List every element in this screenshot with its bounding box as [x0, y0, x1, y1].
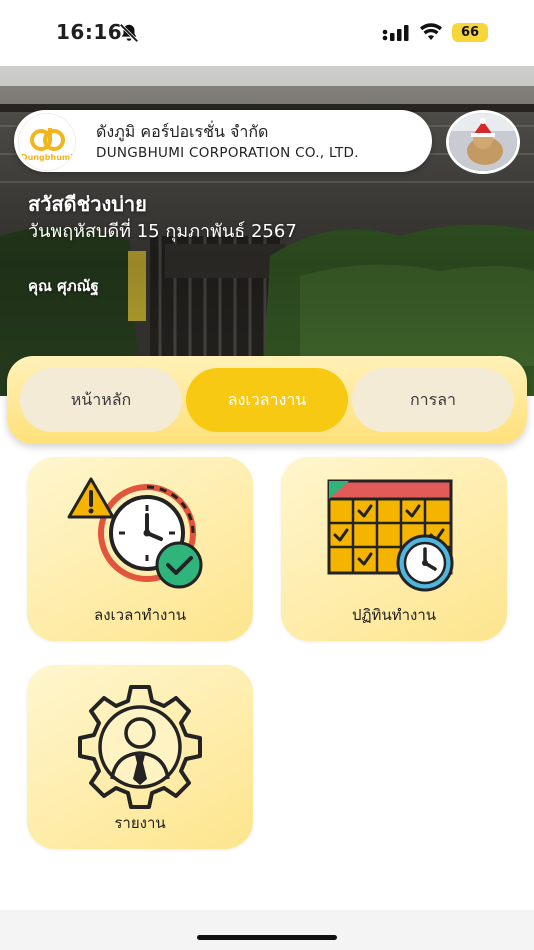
- company-name-thai: ดังภูมิ คอร์ปอเรชั่น จำกัด: [96, 122, 269, 141]
- company-logo: Dungbhumi: [18, 113, 76, 171]
- tab-leave[interactable]: การลา: [352, 368, 514, 432]
- bell-slash-icon: [119, 23, 139, 43]
- home-indicator[interactable]: [197, 935, 337, 940]
- bottom-safe-area: [0, 910, 534, 950]
- dog-photo: [449, 113, 517, 171]
- user-avatar[interactable]: [446, 110, 520, 174]
- wifi-icon: [420, 23, 442, 40]
- battery-icon: 66: [452, 23, 488, 42]
- tab-check-in[interactable]: ลงเวลางาน: [186, 368, 348, 432]
- company-header-card: Dungbhumi ดังภูมิ คอร์ปอเรชั่น จำกัด DUN…: [14, 110, 432, 172]
- menu-card-check-in[interactable]: ลงเวลาทำงาน: [27, 457, 253, 641]
- logo-text: Dungbhumi: [21, 153, 73, 162]
- segmented-tab-bar: หน้าหลัก ลงเวลางาน การลา: [7, 356, 527, 444]
- hero-banner: Dungbhumi ดังภูมิ คอร์ปอเรชั่น จำกัด DUN…: [0, 66, 534, 396]
- menu-card-report[interactable]: รายงาน: [27, 665, 253, 849]
- card-label-work-calendar: ปฏิทินทำงาน: [351, 606, 437, 624]
- status-bar: 16:16 66: [0, 0, 534, 66]
- user-name: คุณ ศุภณัฐ: [28, 277, 99, 295]
- menu-card-work-calendar[interactable]: ปฏิทินทำงาน: [281, 457, 507, 641]
- cellular-signal-icon: [382, 25, 409, 41]
- status-time: 16:16: [56, 20, 123, 44]
- gear-person-icon: [78, 685, 202, 809]
- company-name-english: DUNGBHUMI CORPORATION CO., LTD.: [96, 145, 359, 161]
- current-date: วันพฤหัสบดีที่ 15 กุมภาพันธ์ 2567: [28, 221, 297, 242]
- card-label-check-in: ลงเวลาทำงาน: [94, 606, 186, 624]
- tab-home[interactable]: หน้าหลัก: [20, 368, 182, 432]
- clock-alert-check-icon: [67, 477, 203, 589]
- calendar-clock-icon: [327, 479, 454, 592]
- card-label-report: รายงาน: [114, 814, 166, 832]
